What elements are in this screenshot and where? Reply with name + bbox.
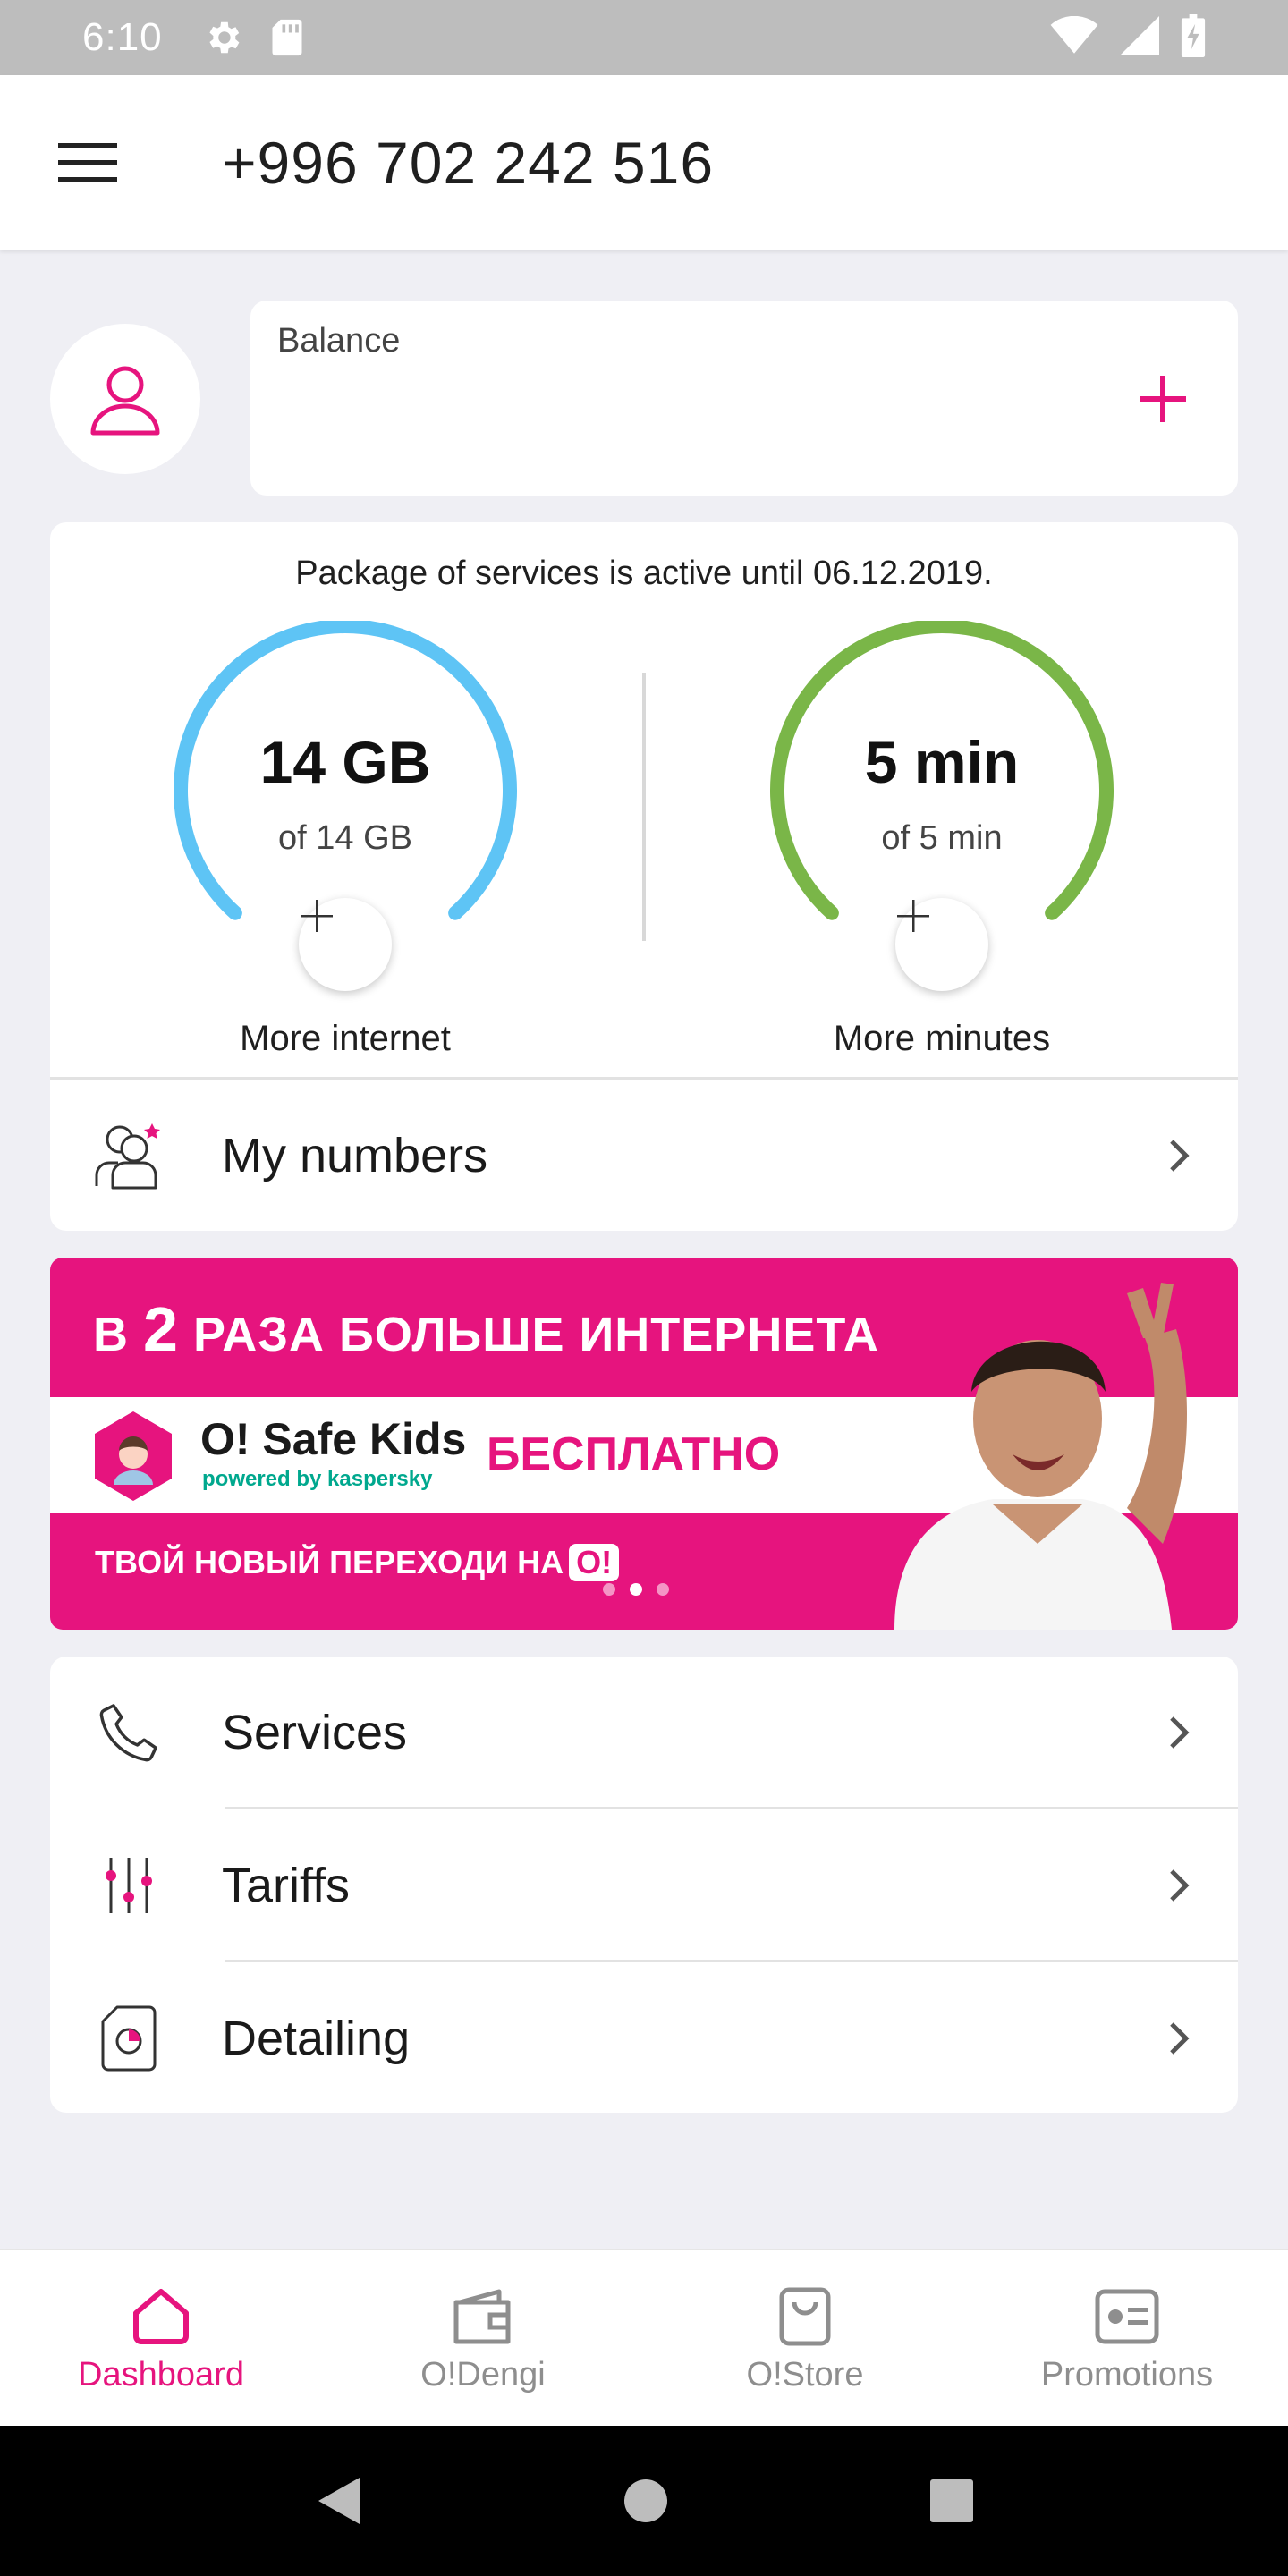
promo-card-icon (1095, 2289, 1159, 2344)
back-icon[interactable] (313, 2474, 363, 2528)
balance-card[interactable]: Balance (250, 301, 1238, 496)
menu-button[interactable] (43, 118, 132, 208)
recents-icon[interactable] (928, 2478, 975, 2524)
menu-label-detailing: Detailing (222, 2012, 411, 2065)
minutes-total: of 5 min (881, 819, 1003, 857)
banner-bottom-text: ТВОЙ НОВЫЙ ПЕРЕХОДИ НА O! (95, 1544, 620, 1581)
safe-kids-title: O! Safe Kids (200, 1414, 467, 1464)
bottom-navigation: Dashboard O!Dengi O!Store Promotions (0, 2249, 1288, 2426)
internet-value: 14 GB (259, 729, 431, 795)
my-numbers-row[interactable]: My numbers (50, 1080, 1238, 1231)
wallet-icon (453, 2289, 511, 2344)
menu-item-tariffs[interactable]: Tariffs (50, 1809, 1238, 1962)
nav-odengi[interactable]: O!Dengi (322, 2250, 644, 2426)
package-card: Package of services is active until 06.1… (50, 522, 1238, 1231)
sd-card-icon (270, 18, 304, 57)
add-balance-button[interactable] (1125, 361, 1200, 436)
phone-icon (86, 1699, 172, 1767)
avatar[interactable] (50, 324, 200, 474)
shopping-bag-icon (779, 2287, 831, 2346)
nav-promotions[interactable]: Promotions (966, 2250, 1288, 2426)
menu-label-tariffs: Tariffs (222, 1859, 351, 1912)
nav-label: Promotions (1040, 2356, 1214, 2394)
chevron-right-icon (1168, 1138, 1191, 1174)
system-navigation-bar (0, 2426, 1288, 2576)
document-chart-icon (86, 2005, 172, 2072)
nav-label: O!Dengi (420, 2356, 546, 2394)
users-star-icon (86, 1122, 172, 1190)
gauge-divider (642, 673, 646, 941)
menu-card: Services Tariffs Detailing (50, 1657, 1238, 2113)
minutes-value: 5 min (864, 729, 1020, 795)
safe-kids-badge-icon (91, 1410, 175, 1503)
menu-item-services[interactable]: Services (50, 1657, 1238, 1809)
add-internet-button[interactable] (299, 898, 392, 991)
promo-banner[interactable]: В 2 РАЗА БОЛЬШЕ ИНТЕРНЕТА O! Safe Kids p… (50, 1258, 1238, 1630)
user-icon (90, 366, 160, 436)
status-time: 6:10 (82, 15, 163, 59)
more-minutes-label[interactable]: More minutes (745, 1019, 1139, 1059)
settings-icon (202, 17, 243, 58)
sliders-icon (86, 1856, 172, 1915)
add-minutes-button[interactable] (895, 898, 988, 991)
my-numbers-label: My numbers (222, 1128, 488, 1182)
phone-number-title: +996 702 242 516 (222, 130, 715, 196)
o-logo: O! (569, 1544, 620, 1581)
nav-dashboard[interactable]: Dashboard (0, 2250, 322, 2426)
balance-label: Balance (277, 322, 401, 360)
signal-icon (1120, 15, 1159, 60)
menu-item-detailing[interactable]: Detailing (50, 1962, 1238, 2113)
package-status-text: Package of services is active until 06.1… (295, 555, 993, 592)
internet-gauge: 14 GB of 14 GB (166, 621, 524, 996)
powered-by-kaspersky: powered by kaspersky (202, 1467, 433, 1491)
banner-person-photo (859, 1275, 1216, 1630)
carousel-dot-active[interactable] (630, 1583, 642, 1596)
home-icon (133, 2289, 189, 2344)
internet-total: of 14 GB (278, 819, 412, 857)
carousel-dot[interactable] (657, 1583, 669, 1596)
carousel-dots (603, 1583, 669, 1596)
home-button-icon[interactable] (623, 2478, 669, 2524)
nav-ostore[interactable]: O!Store (644, 2250, 966, 2426)
nav-label: O!Store (746, 2356, 864, 2394)
carousel-dot[interactable] (603, 1583, 615, 1596)
chevron-right-icon (1168, 1868, 1191, 1903)
wifi-icon (1050, 15, 1098, 60)
menu-label-services: Services (222, 1706, 408, 1759)
chevron-right-icon (1168, 2021, 1191, 2056)
minutes-gauge: 5 min of 5 min (763, 621, 1121, 996)
nav-label: Dashboard (78, 2356, 244, 2394)
plus-icon (1140, 376, 1186, 422)
battery-icon (1181, 13, 1206, 62)
hamburger-icon (58, 143, 117, 182)
chevron-right-icon (1168, 1715, 1191, 1750)
more-internet-label[interactable]: More internet (148, 1019, 542, 1059)
plus-icon (301, 900, 333, 932)
plus-icon (897, 900, 929, 932)
app-bar: +996 702 242 516 (0, 75, 1288, 250)
banner-headline: В 2 РАЗА БОЛЬШЕ ИНТЕРНЕТА (93, 1294, 879, 1364)
status-bar: 6:10 (0, 0, 1288, 75)
banner-free-text: БЕСПЛАТНО (487, 1428, 781, 1480)
